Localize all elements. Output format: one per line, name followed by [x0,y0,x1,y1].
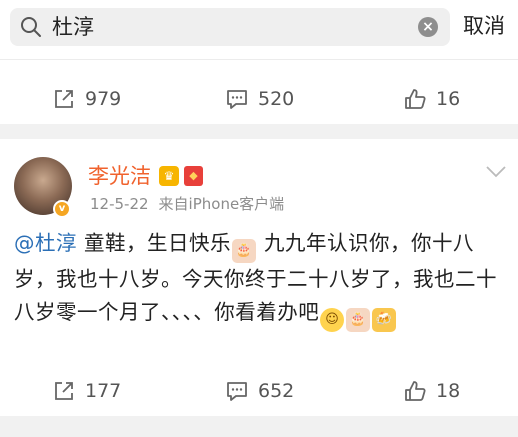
post-date: 12-5-22 [90,195,149,213]
repost-count: 979 [85,88,122,110]
post-content: @杜淳 童鞋，生日快乐 🎂 九九年认识你，你十八岁，我也十八岁。今天你终于二十八岁… [14,227,504,332]
grinning-face-emoji: ☺ [320,307,345,332]
chevron-down-icon[interactable] [485,165,507,179]
cancel-button[interactable]: 取消 [463,12,505,40]
birthday-cake-emoji-2: 🎂 [346,307,371,332]
repost-icon [55,90,73,108]
like-button[interactable]: 18 [404,378,460,404]
post-action-bar: 177 652 18 [0,366,518,416]
like-count: 18 [436,380,461,402]
post-source: 来自iPhone客户端 [158,195,285,213]
like-count: 16 [436,88,461,110]
verified-badge-icon: v [53,200,71,218]
red-envelope-icon: ◆ [184,166,203,186]
repost-button[interactable]: 979 [53,86,121,112]
search-header: 杜淳 × 取消 [0,0,518,60]
search-input[interactable]: 杜淳 × [10,8,450,46]
feed-divider [0,416,518,437]
like-button[interactable]: 16 [404,86,460,112]
mention-link[interactable]: @杜淳 [14,231,77,255]
comment-icon [227,90,247,109]
clear-icon[interactable]: × [418,17,438,37]
comment-button[interactable]: 652 [226,378,294,404]
comment-count: 652 [258,380,295,402]
weibo-post[interactable]: v 李光洁 ♛ ◆ 12-5-22 来自iPhone客户端 @杜淳 童鞋，生日快乐… [0,139,518,366]
thumbs-up-icon [405,89,426,109]
author-name[interactable]: 李光洁 [88,163,151,189]
repost-icon [55,382,73,400]
thumbs-up-icon [405,381,426,401]
comment-count: 520 [258,88,295,110]
feed-divider [0,124,518,139]
birthday-cake-emoji: 🎂 [232,239,257,263]
post-text-part1: 童鞋，生日快乐 [77,231,232,255]
comment-icon [227,382,247,401]
beer-cheers-emoji: 🍻 [372,307,397,332]
repost-button[interactable]: 177 [53,378,121,404]
member-crown-icon: ♛ [159,166,179,186]
post-meta: 12-5-22 来自iPhone客户端 [90,194,284,214]
comment-button[interactable]: 520 [226,86,294,112]
post-action-bar: 979 520 16 [0,74,518,124]
repost-count: 177 [85,380,122,402]
search-icon [21,17,41,37]
search-query[interactable]: 杜淳 [52,15,94,39]
